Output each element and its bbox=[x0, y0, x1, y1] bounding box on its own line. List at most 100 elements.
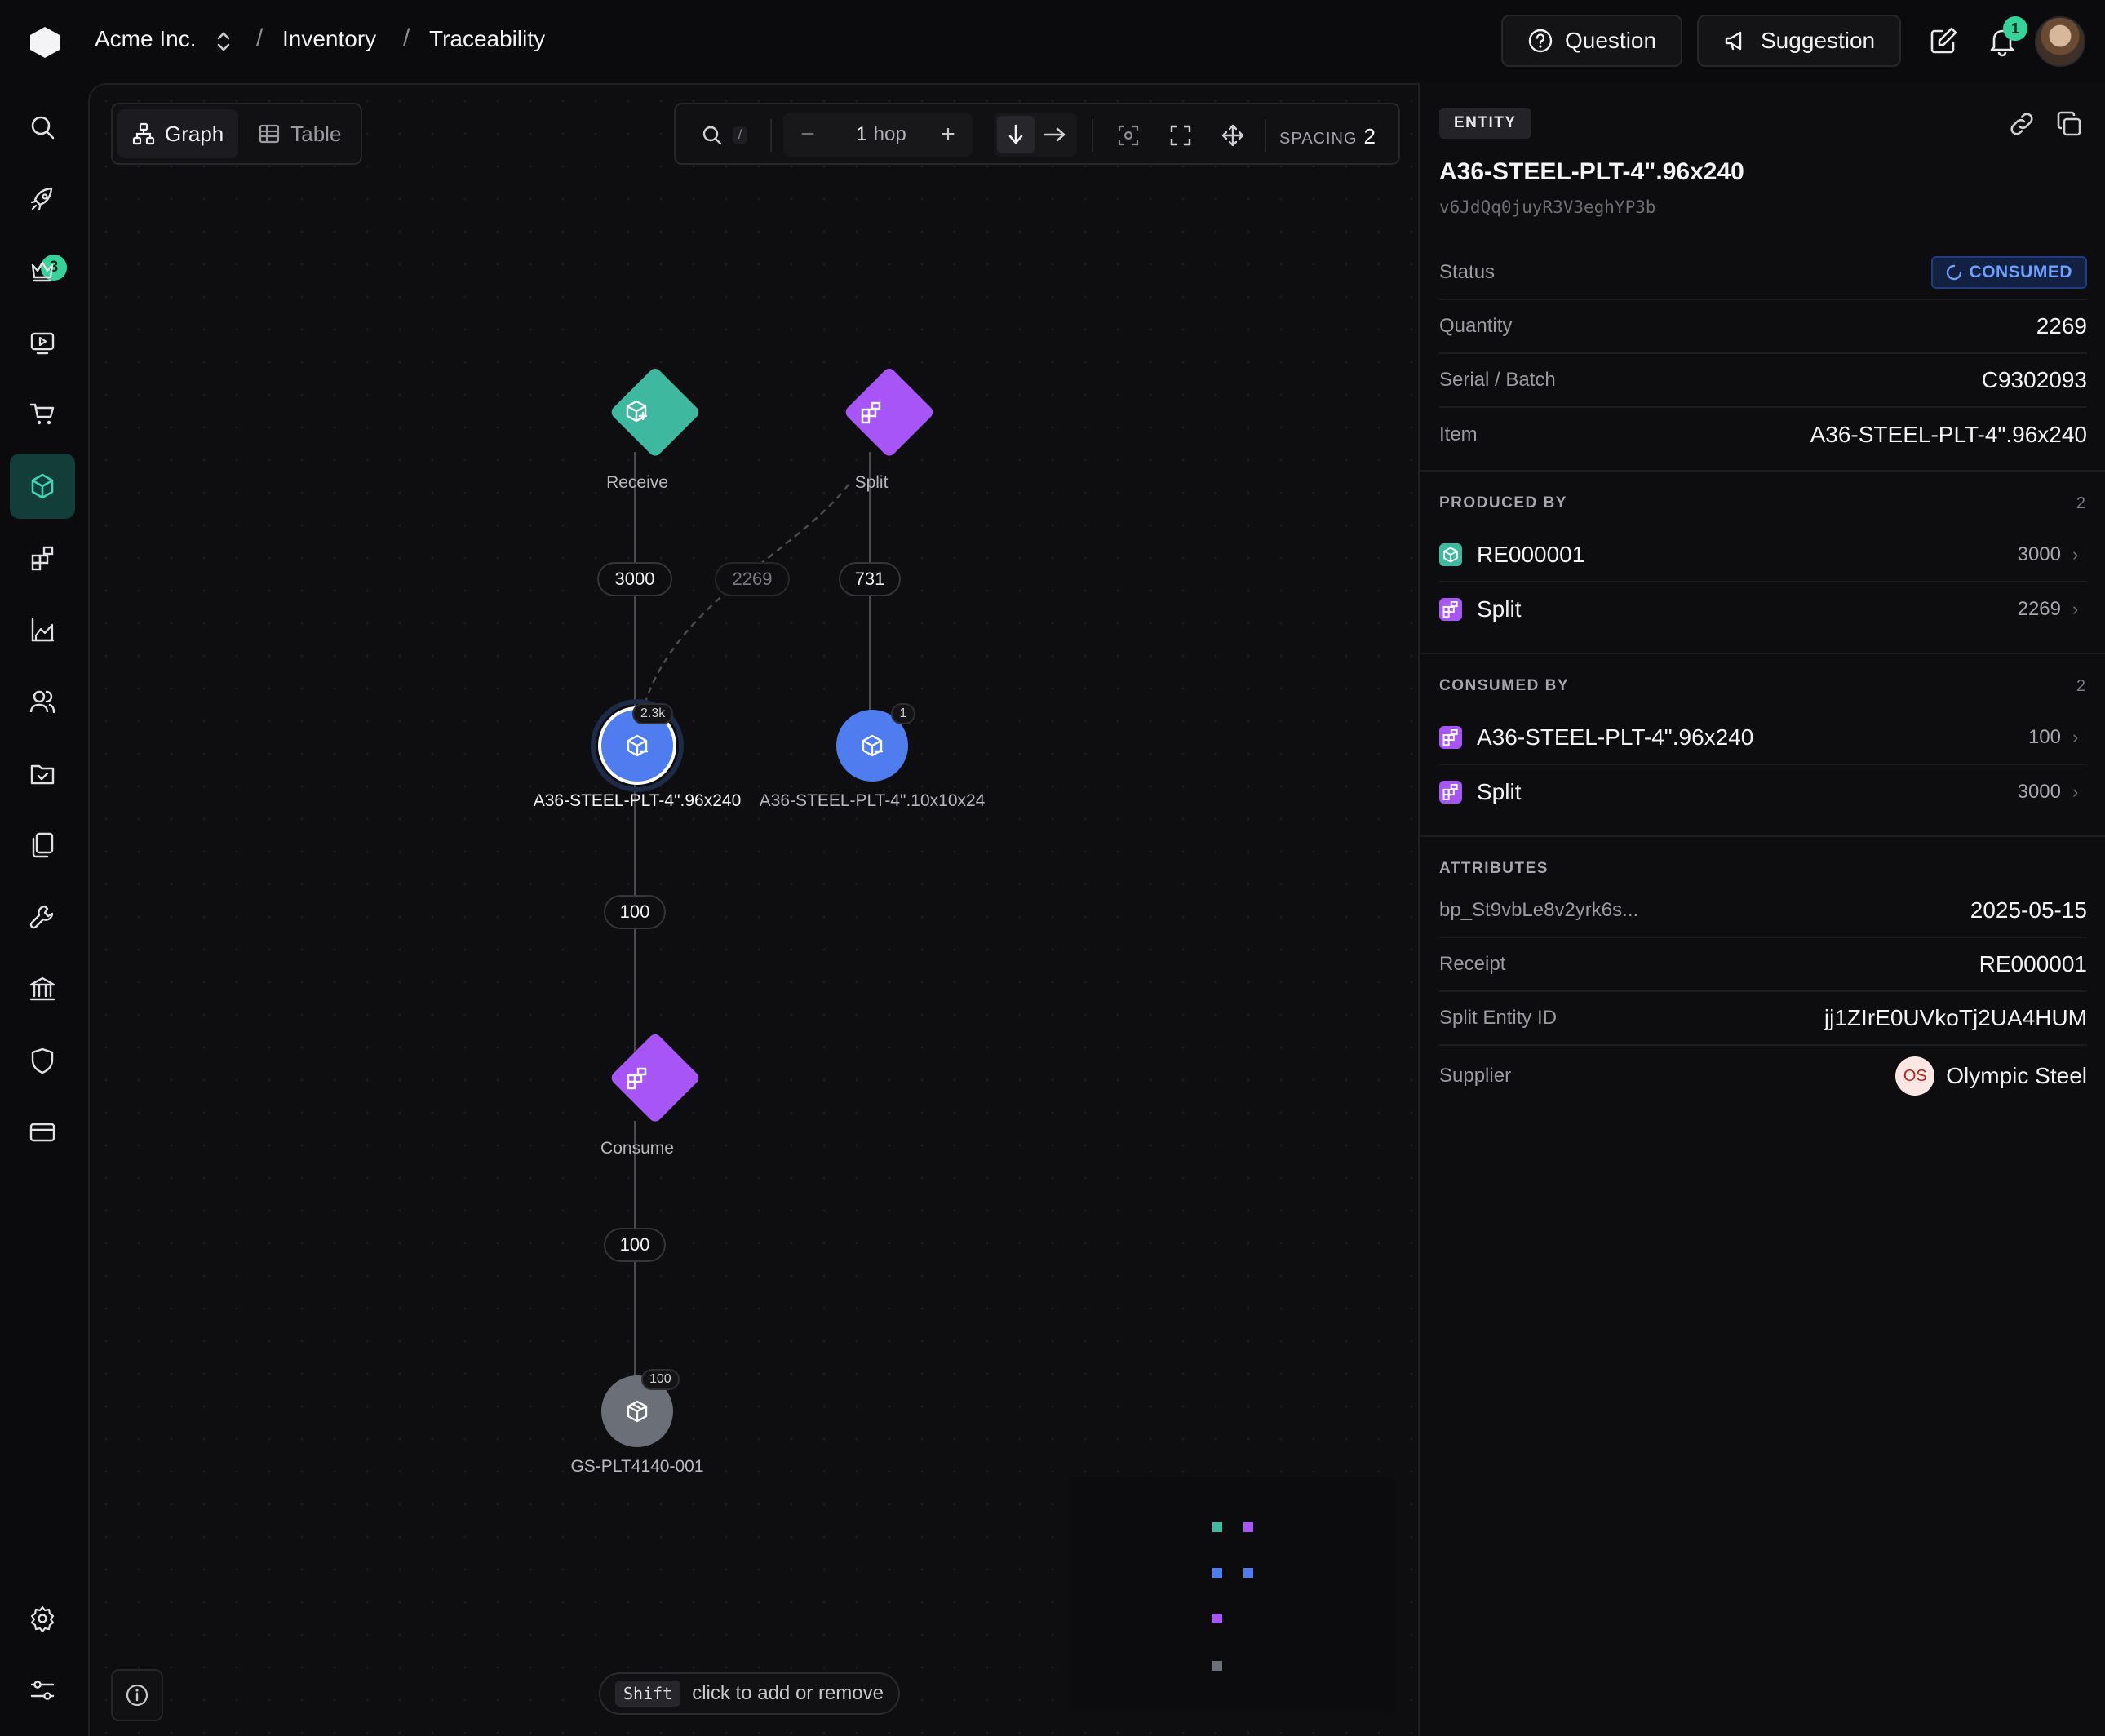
focus-selection-button[interactable] bbox=[1108, 114, 1149, 157]
graph-toolbar: / − 1 hop + SPACING 2 bbox=[674, 103, 1400, 165]
toolbar-divider bbox=[1265, 119, 1266, 152]
edit-icon[interactable] bbox=[1927, 24, 1960, 57]
sidebar-files[interactable] bbox=[10, 813, 75, 878]
sidebar-crown[interactable] bbox=[10, 238, 75, 303]
bank-icon bbox=[29, 976, 55, 1001]
graph-search-button[interactable]: / bbox=[692, 114, 757, 157]
sidebar-video[interactable] bbox=[10, 310, 75, 375]
hop-increase-button[interactable]: + bbox=[933, 113, 963, 157]
sidebar-users[interactable] bbox=[10, 669, 75, 734]
breadcrumb-traceability[interactable]: Traceability bbox=[429, 26, 545, 52]
attribute-value[interactable]: RE000001 bbox=[1979, 951, 2087, 977]
field-status: Status CONSUMED bbox=[1439, 246, 2087, 300]
breadcrumb-inventory[interactable]: Inventory bbox=[282, 26, 376, 52]
consumed-by-item[interactable]: Split 3000 › bbox=[1439, 765, 2087, 819]
direction-horizontal-button[interactable] bbox=[1036, 116, 1074, 153]
question-button[interactable]: Question bbox=[1501, 15, 1683, 67]
relation-qty: 100 bbox=[2027, 726, 2061, 748]
fit-view-button[interactable] bbox=[1160, 114, 1201, 157]
minimap-node bbox=[1243, 1568, 1253, 1578]
consumed-by-item[interactable]: A36-STEEL-PLT-4".96x240 100 › bbox=[1439, 711, 2087, 765]
cube-icon bbox=[31, 473, 54, 499]
edge-quantity-label: 100 bbox=[604, 1228, 666, 1262]
breadcrumb-separator: / bbox=[403, 24, 410, 51]
produced-by-item[interactable]: Split 2269 › bbox=[1439, 582, 2087, 636]
node-consume[interactable] bbox=[609, 1032, 701, 1124]
move-icon bbox=[1221, 124, 1244, 147]
produced-by-item[interactable]: RE000001 3000 › bbox=[1439, 529, 2087, 582]
sidebar-settings[interactable] bbox=[10, 1586, 75, 1651]
sidebar: 3 bbox=[0, 83, 88, 1736]
relation-qty: 2269 bbox=[2017, 598, 2061, 620]
graph-view-tab[interactable]: Graph bbox=[117, 109, 239, 158]
info-button[interactable] bbox=[111, 1669, 163, 1721]
app-logo-icon[interactable] bbox=[26, 24, 64, 59]
sidebar-bank[interactable] bbox=[10, 956, 75, 1021]
field-key: Status bbox=[1439, 261, 1496, 283]
relation-qty: 3000 bbox=[2017, 543, 2061, 565]
field-serial: Serial / Batch C9302093 bbox=[1439, 354, 2087, 408]
expand-icon bbox=[1170, 125, 1191, 146]
chart-icon bbox=[31, 618, 55, 642]
hop-count: 1 bbox=[856, 123, 867, 145]
attribute-key: Supplier bbox=[1439, 1065, 1512, 1087]
node-count-badge: 100 bbox=[641, 1369, 680, 1390]
supplier-name: Olympic Steel bbox=[1946, 1063, 2087, 1088]
graph-canvas[interactable]: Receive Split A36-STEEL-PLT-4".96x240 A3… bbox=[88, 83, 1418, 1736]
entity-id[interactable]: v6JdQq0juyR3V3eghYP3b bbox=[1439, 197, 1656, 217]
receive-icon bbox=[1439, 543, 1462, 566]
link-icon[interactable] bbox=[2007, 109, 2036, 139]
attribute-row: Split Entity ID jj1ZIrE0UVkoTj2UA4HUM bbox=[1439, 992, 2087, 1046]
status-badge: CONSUMED bbox=[1931, 256, 2087, 289]
credit-card-icon bbox=[29, 1123, 55, 1142]
edge-quantity-label: 3000 bbox=[597, 562, 672, 596]
node-receive[interactable] bbox=[609, 366, 701, 458]
table-view-tab[interactable]: Table bbox=[243, 109, 356, 158]
cart-icon bbox=[29, 403, 55, 425]
suggestion-label: Suggestion bbox=[1761, 28, 1876, 53]
field-value[interactable]: A36-STEEL-PLT-4".96x240 bbox=[1810, 422, 2087, 448]
sidebar-tools[interactable] bbox=[10, 884, 75, 950]
sidebar-inventory[interactable] bbox=[10, 454, 75, 519]
copy-icon[interactable] bbox=[2054, 109, 2084, 139]
edge-quantity-label: 2269 bbox=[715, 562, 790, 596]
produced-by-count: 2 bbox=[2076, 494, 2085, 512]
node-entity-main-label: A36-STEEL-PLT-4".96x240 bbox=[533, 791, 742, 810]
edge-split-to-entity-dashed bbox=[636, 484, 849, 730]
sidebar-folder[interactable] bbox=[10, 741, 75, 806]
field-key: Item bbox=[1439, 423, 1478, 445]
pan-button[interactable] bbox=[1212, 114, 1253, 157]
blocks-icon bbox=[31, 546, 54, 571]
loading-icon bbox=[1947, 264, 1962, 281]
spacing-control[interactable]: SPACING 2 bbox=[1279, 124, 1376, 149]
hop-unit: hop bbox=[873, 123, 906, 145]
user-avatar[interactable] bbox=[2035, 16, 2085, 67]
hop-decrease-button[interactable]: − bbox=[793, 113, 822, 157]
sidebar-shield[interactable] bbox=[10, 1028, 75, 1093]
node-split[interactable] bbox=[843, 366, 935, 458]
org-switcher-chevron-icon[interactable] bbox=[214, 29, 233, 54]
sidebar-chart[interactable] bbox=[10, 597, 75, 662]
sidebar-search[interactable] bbox=[10, 95, 75, 160]
spacing-label: SPACING bbox=[1279, 130, 1358, 148]
files-icon bbox=[32, 832, 54, 858]
top-bar: Acme Inc. / Inventory / Traceability Que… bbox=[0, 0, 2105, 83]
supplier-value[interactable]: OS Olympic Steel bbox=[1895, 1056, 2087, 1096]
search-shortcut-key: / bbox=[732, 126, 748, 144]
suggestion-button[interactable]: Suggestion bbox=[1697, 15, 1902, 67]
sidebar-cart[interactable] bbox=[10, 382, 75, 447]
attribute-value[interactable]: jj1ZIrE0UVkoTj2UA4HUM bbox=[1824, 1005, 2087, 1031]
field-item: Item A36-STEEL-PLT-4".96x240 bbox=[1439, 408, 2087, 462]
sidebar-preferences[interactable] bbox=[10, 1658, 75, 1723]
direction-vertical-button[interactable] bbox=[997, 116, 1035, 153]
sidebar-rocket[interactable] bbox=[10, 166, 75, 232]
sidebar-billing[interactable] bbox=[10, 1100, 75, 1165]
help-circle-icon bbox=[1528, 29, 1553, 53]
view-toggle: Graph Table bbox=[111, 103, 362, 165]
breadcrumb-org[interactable]: Acme Inc. bbox=[95, 26, 196, 52]
minimap[interactable] bbox=[1069, 1477, 1395, 1713]
sidebar-blocks[interactable] bbox=[10, 525, 75, 591]
relation-qty: 3000 bbox=[2017, 781, 2061, 803]
graph-view-label: Graph bbox=[165, 121, 224, 146]
users-icon bbox=[29, 690, 55, 714]
